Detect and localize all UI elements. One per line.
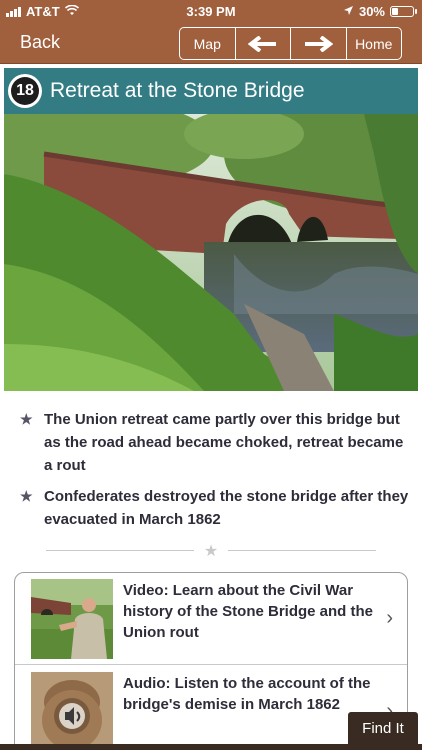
- video-title: Video: Learn about the Civil War history…: [123, 582, 374, 641]
- home-button[interactable]: Home: [347, 28, 402, 59]
- header-bar: AT&T 3:39 PM 30% Back Map Home: [0, 0, 422, 64]
- nav-segmented-control: Map Home: [179, 27, 402, 60]
- star-bullet-icon: ★: [20, 411, 33, 427]
- bullet-item: ★ Confederates destroyed the stone bridg…: [20, 485, 410, 531]
- stop-title-bar: 18 Retreat at the Stone Bridge: [4, 68, 418, 114]
- status-bar: AT&T 3:39 PM 30%: [0, 0, 422, 22]
- previous-stop-button[interactable]: [236, 28, 291, 59]
- star-divider: ★: [46, 541, 376, 560]
- find-it-button[interactable]: Find It: [348, 712, 418, 744]
- video-thumbnail: [31, 579, 113, 659]
- stop-number: 18: [11, 77, 39, 105]
- next-stop-button[interactable]: [291, 28, 347, 59]
- chevron-right-icon: ›: [386, 607, 393, 629]
- video-list-item[interactable]: Video: Learn about the Civil War history…: [15, 573, 407, 665]
- location-arrow-icon: [343, 4, 354, 19]
- battery-percent: 30%: [358, 4, 385, 19]
- stone-bridge-photo: [4, 114, 418, 391]
- map-button[interactable]: Map: [180, 28, 236, 59]
- stop-number-badge: 18: [8, 74, 42, 108]
- arrow-right-icon: [305, 35, 334, 52]
- audio-title: Audio: Listen to the account of the brid…: [123, 675, 371, 713]
- star-bullet-icon: ★: [20, 488, 33, 504]
- battery-icon: [390, 6, 417, 17]
- back-button[interactable]: Back: [20, 32, 60, 53]
- audio-thumbnail: [31, 672, 113, 750]
- bottom-bar: [0, 744, 422, 750]
- star-icon: ★: [203, 543, 219, 560]
- page-title: Retreat at the Stone Bridge: [50, 79, 305, 102]
- bullet-item: ★ The Union retreat came partly over thi…: [20, 408, 410, 477]
- arrow-left-icon: [247, 35, 276, 52]
